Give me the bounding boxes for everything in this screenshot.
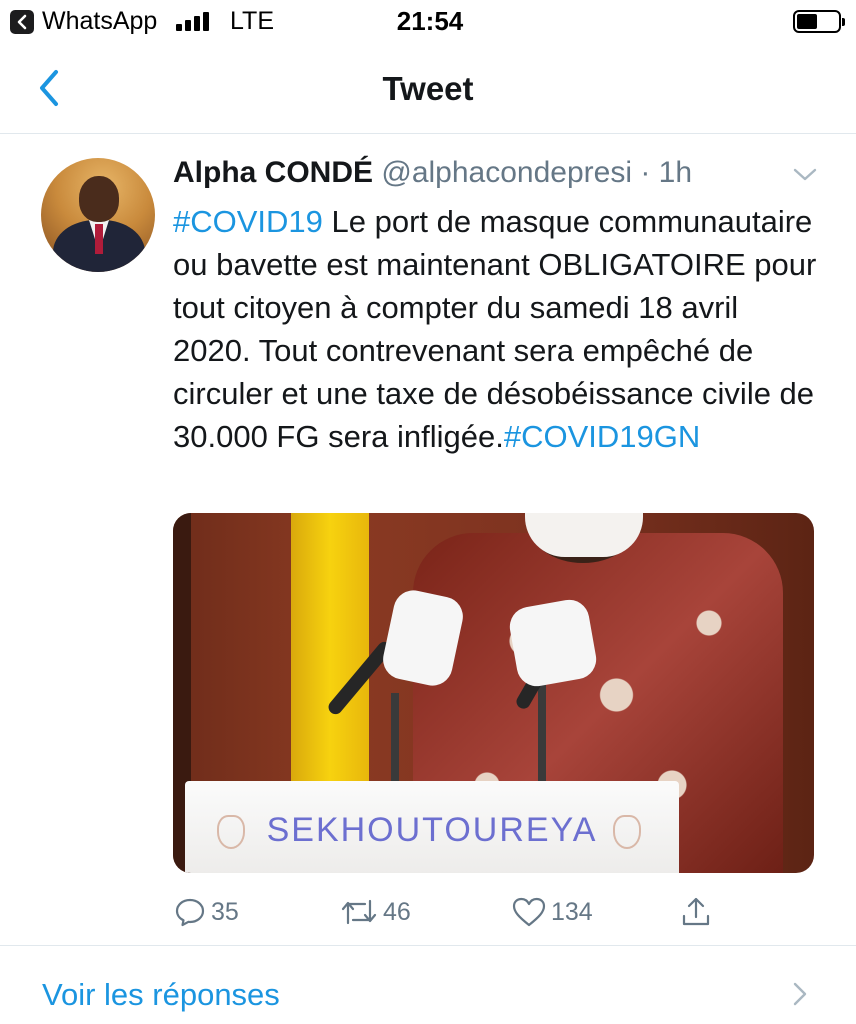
- page-title: Tweet: [382, 70, 474, 107]
- separator: ·: [640, 156, 651, 189]
- retweet-icon: [341, 899, 377, 925]
- back-app-label[interactable]: WhatsApp: [42, 7, 157, 36]
- view-replies-link[interactable]: Voir les réponses: [0, 947, 856, 1024]
- tweet: Alpha CONDÉ @alphacondepresi · 1h #COVID…: [0, 134, 856, 946]
- reply-button[interactable]: 35: [173, 892, 239, 932]
- tweet-time: 1h: [658, 156, 693, 189]
- hashtag-link[interactable]: #COVID19: [173, 204, 323, 239]
- share-icon: [682, 897, 710, 926]
- chevron-right-icon: [793, 982, 807, 1006]
- navigation-header: Tweet: [0, 44, 856, 134]
- clock: 21:54: [396, 6, 464, 36]
- network-type: LTE: [230, 7, 274, 35]
- hashtag-link[interactable]: #COVID19GN: [504, 419, 700, 454]
- like-button[interactable]: 134: [511, 892, 593, 932]
- tweet-body: Le port de masque communautaire ou bavet…: [173, 204, 817, 454]
- podium-text: SEKHOUTOUREYA: [266, 811, 598, 849]
- tweet-actions: 35 46 134: [173, 892, 733, 932]
- author-handle[interactable]: @alphacondepresi: [381, 156, 632, 189]
- tweet-header: Alpha CONDÉ @alphacondepresi · 1h: [173, 156, 692, 190]
- back-to-app-icon[interactable]: [10, 10, 34, 34]
- flag: [291, 513, 369, 783]
- like-count: 134: [551, 897, 593, 926]
- retweet-button[interactable]: 46: [339, 892, 411, 932]
- author-name[interactable]: Alpha CONDÉ: [173, 156, 373, 189]
- avatar[interactable]: [41, 158, 155, 272]
- tweet-photo[interactable]: SEKHOUTOUREYA: [173, 513, 814, 873]
- signal-strength-icon: [176, 11, 212, 31]
- reply-icon: [175, 898, 205, 927]
- reply-count: 35: [211, 897, 239, 926]
- share-button[interactable]: [679, 892, 717, 932]
- battery-icon: [793, 10, 845, 33]
- heart-icon: [512, 897, 546, 927]
- retweet-count: 46: [383, 897, 411, 926]
- status-bar: WhatsApp LTE 21:54: [0, 0, 856, 44]
- view-replies-label: Voir les réponses: [42, 977, 280, 1012]
- tweet-text: #COVID19 Le port de masque communautaire…: [173, 200, 823, 458]
- chevron-down-icon[interactable]: [790, 164, 820, 186]
